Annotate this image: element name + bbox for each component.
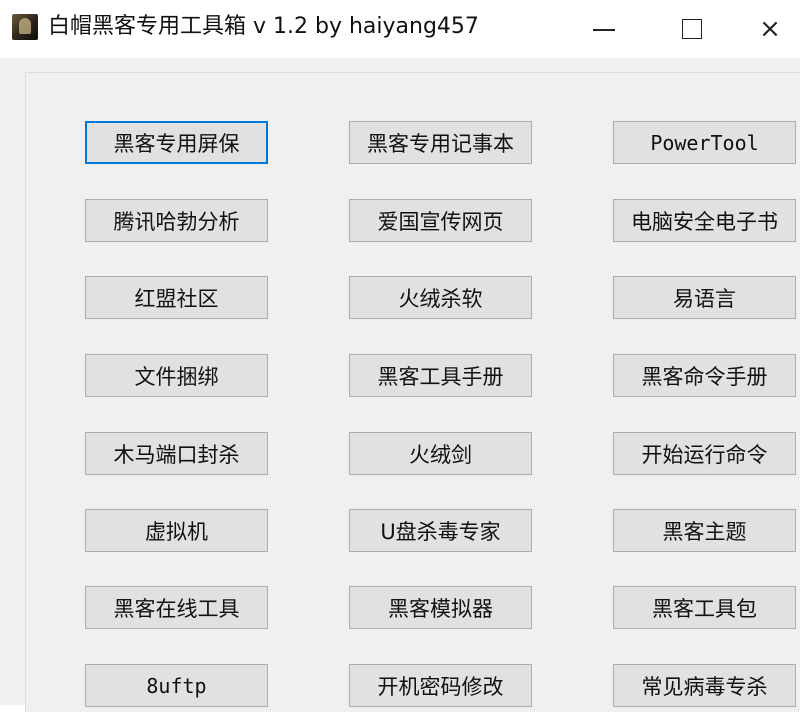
minimize-button[interactable]	[574, 0, 634, 58]
window-title: 白帽黑客专用工具箱 v 1.2 by haiyang457	[48, 14, 479, 39]
habo-analysis-button[interactable]: 腾讯哈勃分析	[85, 199, 268, 242]
powertool-button[interactable]: PowerTool	[613, 121, 796, 164]
client-area: 黑客专用屏保 黑客专用记事本 PowerTool 腾讯哈勃分析 爱国宣传网页 电…	[0, 58, 800, 712]
minimize-icon	[593, 29, 615, 31]
title-bar[interactable]: 白帽黑客专用工具箱 v 1.2 by haiyang457 ×	[0, 0, 800, 58]
8uftp-button[interactable]: 8uftp	[85, 664, 268, 707]
close-button[interactable]: ×	[740, 0, 800, 58]
maximize-icon	[682, 19, 702, 39]
tool-button-group: 黑客专用屏保 黑客专用记事本 PowerTool 腾讯哈勃分析 爱国宣传网页 电…	[25, 72, 800, 712]
redhonker-community-button[interactable]: 红盟社区	[85, 276, 268, 319]
virus-removal-button[interactable]: 常见病毒专杀	[613, 664, 796, 707]
notepad-button[interactable]: 黑客专用记事本	[349, 121, 532, 164]
tools-manual-button[interactable]: 黑客工具手册	[349, 354, 532, 397]
app-window: 白帽黑客专用工具箱 v 1.2 by haiyang457 × 黑客专用屏保 黑…	[0, 0, 800, 712]
hacker-theme-button[interactable]: 黑客主题	[613, 509, 796, 552]
security-ebook-button[interactable]: 电脑安全电子书	[613, 199, 796, 242]
usb-antivirus-button[interactable]: U盘杀毒专家	[349, 509, 532, 552]
online-tools-button[interactable]: 黑客在线工具	[85, 586, 268, 629]
easy-language-button[interactable]: 易语言	[613, 276, 796, 319]
screensaver-button[interactable]: 黑客专用屏保	[85, 121, 268, 164]
toolkit-button[interactable]: 黑客工具包	[613, 586, 796, 629]
close-icon: ×	[759, 14, 781, 44]
maximize-button[interactable]	[662, 0, 722, 58]
file-binder-button[interactable]: 文件捆绑	[85, 354, 268, 397]
huorong-antivirus-button[interactable]: 火绒杀软	[349, 276, 532, 319]
commands-manual-button[interactable]: 黑客命令手册	[613, 354, 796, 397]
trojan-port-block-button[interactable]: 木马端口封杀	[85, 432, 268, 475]
app-icon[interactable]	[12, 14, 38, 40]
hacker-simulator-button[interactable]: 黑客模拟器	[349, 586, 532, 629]
boot-password-button[interactable]: 开机密码修改	[349, 664, 532, 707]
run-command-button[interactable]: 开始运行命令	[613, 432, 796, 475]
patriotic-page-button[interactable]: 爱国宣传网页	[349, 199, 532, 242]
huorong-sword-button[interactable]: 火绒剑	[349, 432, 532, 475]
virtual-machine-button[interactable]: 虚拟机	[85, 509, 268, 552]
